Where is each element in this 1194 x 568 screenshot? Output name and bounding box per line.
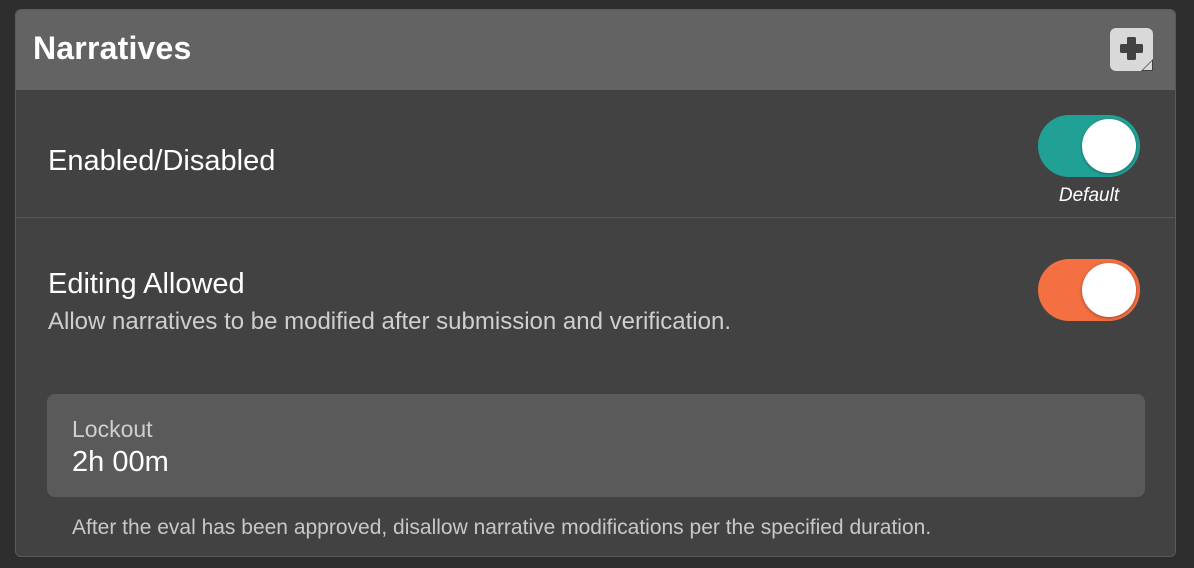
editing-allowed-label: Editing Allowed <box>48 268 245 300</box>
lockout-label: Lockout <box>72 416 153 442</box>
editing-allowed-description: Allow narratives to be modified after su… <box>48 308 731 335</box>
toggle-knob <box>1082 119 1136 173</box>
enabled-label: Enabled/Disabled <box>48 145 276 177</box>
lockout-help-text: After the eval has been approved, disall… <box>72 516 932 539</box>
enabled-setting-row: Enabled/Disabled Default <box>16 90 1175 218</box>
add-note-button[interactable] <box>1110 28 1153 71</box>
note-add-icon <box>1120 37 1153 71</box>
default-hint: Default <box>1058 185 1120 206</box>
enabled-toggle[interactable] <box>1038 115 1140 177</box>
lockout-duration-field[interactable]: Lockout 2h 00m <box>47 394 1145 497</box>
panel-header: Narratives <box>16 10 1175 90</box>
lockout-value[interactable]: 2h 00m <box>72 446 169 479</box>
panel-title: Narratives <box>33 30 192 66</box>
toggle-knob <box>1082 263 1136 317</box>
editing-allowed-toggle[interactable] <box>1038 259 1140 321</box>
narratives-panel: Narratives Enabled/Disabled Default Edit… <box>15 9 1176 557</box>
